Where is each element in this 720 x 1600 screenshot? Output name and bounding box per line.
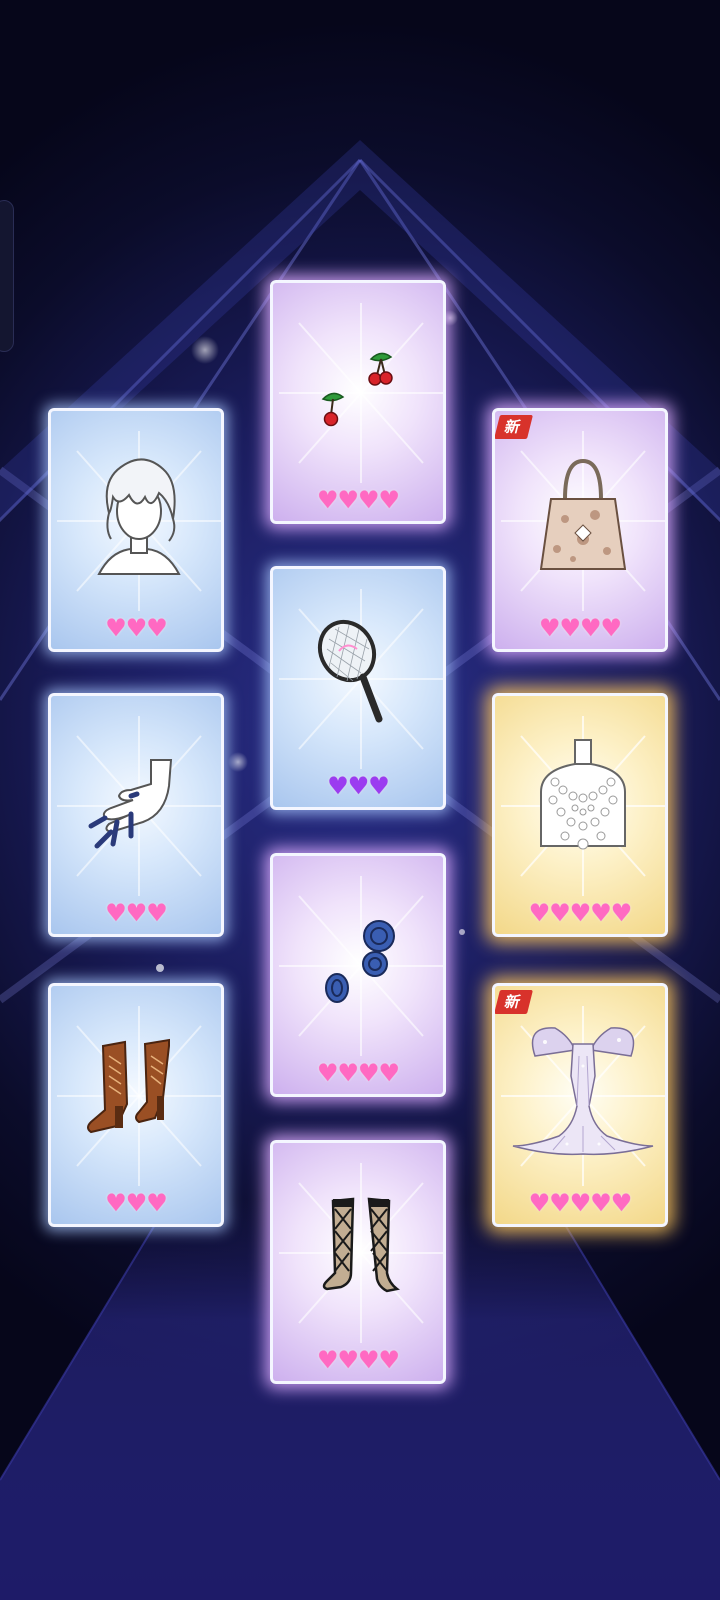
rarity-hearts: ♥♥♥♥ [316,1059,400,1087]
item-card-pearl-necklace[interactable]: ♥♥♥♥♥ [492,693,668,937]
rarity-hearts: ♥♥♥♥♥ [528,899,633,927]
item-card-argyle-socks[interactable]: ♥♥♥♥ [270,1140,446,1384]
item-card-buttons[interactable]: ♥♥♥♥ [270,853,446,1097]
item-card-hair[interactable]: ♥♥♥ [48,408,224,652]
item-card-tennis-racket[interactable]: ♥♥♥ [270,566,446,810]
rarity-hearts: ♥♥♥♥ [316,1346,400,1374]
new-badge: 新 [495,415,534,439]
item-card-handbag[interactable]: 新 ♥♥♥♥ [492,408,668,652]
rarity-hearts: ♥♥♥♥ [538,614,622,642]
rarity-hearts: ♥♥♥ [105,1189,168,1217]
rarity-hearts: ♥♥♥♥ [316,486,400,514]
item-card-nails[interactable]: ♥♥♥ [48,693,224,937]
item-card-boots[interactable]: ♥♥♥ [48,983,224,1227]
rarity-hearts: ♥♥♥ [105,614,168,642]
new-badge: 新 [495,990,534,1014]
rarity-hearts: ♥♥♥♥♥ [528,1189,633,1217]
side-drawer-handle[interactable] [0,200,14,352]
rarity-hearts: ♥♥♥ [327,772,390,800]
item-card-gown[interactable]: 新 ♥♥♥♥♥ [492,983,668,1227]
item-card-cherry-earrings[interactable]: ♥♥♥♥ [270,280,446,524]
rarity-hearts: ♥♥♥ [105,899,168,927]
